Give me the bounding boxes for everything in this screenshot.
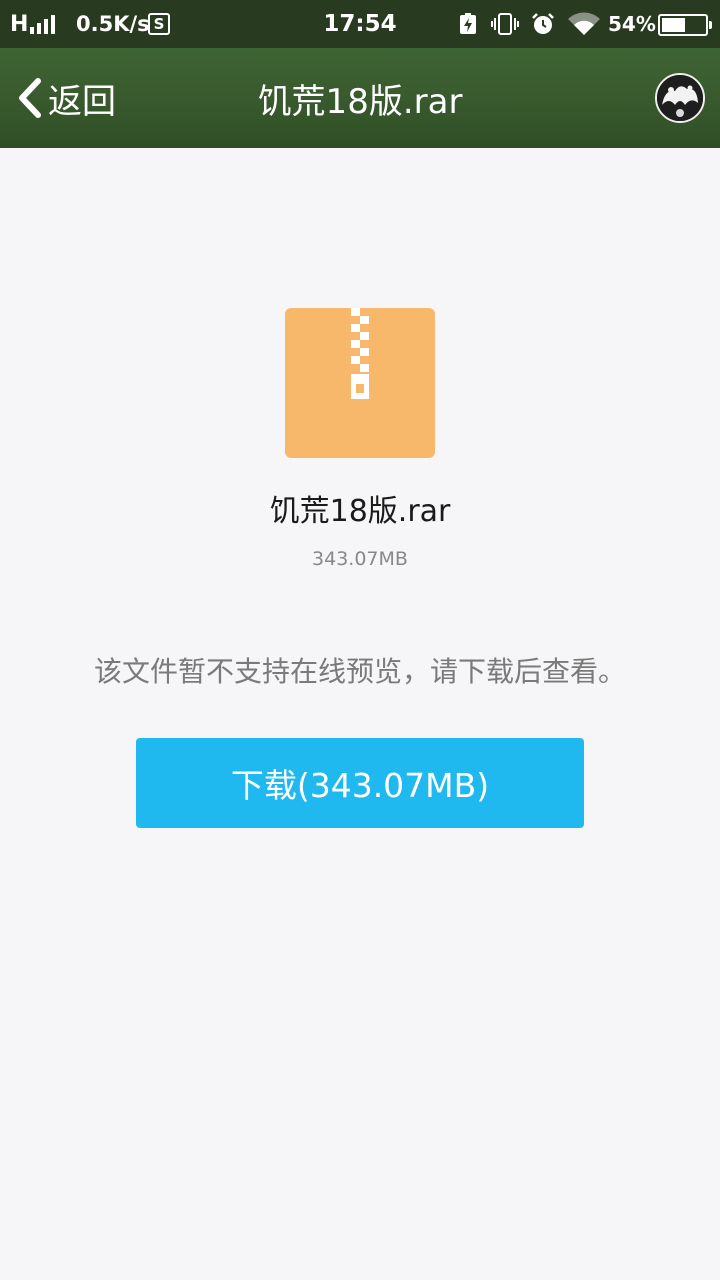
preview-unsupported-message: 该文件暂不支持在线预览，请下载后查看。 xyxy=(93,655,626,688)
wifi-icon xyxy=(566,11,602,37)
alarm-icon xyxy=(531,12,555,36)
file-name: 饥荒18版.rar xyxy=(269,494,451,529)
download-button[interactable]: 下载(343.07MB) xyxy=(136,738,584,828)
status-bar: H 0.5K/s S 17:54 54% xyxy=(0,0,720,48)
battery-icon xyxy=(658,14,712,36)
zip-file-icon xyxy=(285,308,435,458)
battery-percent: 54% xyxy=(608,12,656,36)
avatar[interactable] xyxy=(655,73,705,123)
avatar-icon xyxy=(657,75,703,121)
file-size: 343.07MB xyxy=(312,548,408,570)
sync-icon: S xyxy=(148,13,170,35)
back-label: 返回 xyxy=(48,81,116,122)
chevron-left-icon xyxy=(19,78,41,118)
page-title: 饥荒18版.rar xyxy=(257,81,463,122)
vibrate-icon xyxy=(491,12,519,36)
signal-icon xyxy=(30,14,55,34)
back-button[interactable]: 返回 xyxy=(14,70,116,126)
charging-icon xyxy=(459,13,477,35)
network-type: H xyxy=(10,11,29,37)
network-speed: 0.5K/s xyxy=(76,12,150,36)
clock: 17:54 xyxy=(323,11,397,37)
title-bar: 返回 饥荒18版.rar xyxy=(0,48,720,148)
